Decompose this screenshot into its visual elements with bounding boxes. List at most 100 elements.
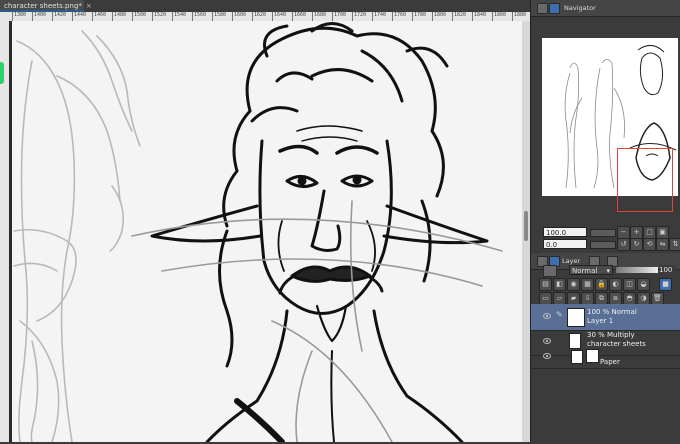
blend-mode-select[interactable]: Normal ▾ — [569, 265, 613, 275]
ruler-label: 1880 — [514, 12, 527, 18]
ruler-label: 1560 — [194, 12, 207, 18]
ruler-label: 1520 — [154, 12, 167, 18]
ruler-tick: 1520 — [152, 12, 166, 21]
ruler-label: 1820 — [454, 12, 467, 18]
paper-icon — [586, 349, 599, 363]
document-tab-title: character sheets.png* — [4, 2, 82, 10]
tab-navigator[interactable]: Navigator — [564, 0, 596, 16]
layer-color-icon[interactable]: ■ — [659, 278, 672, 291]
rotate-right-icon[interactable]: ↻ — [630, 238, 643, 251]
rotate-slider[interactable] — [590, 241, 616, 249]
ruler-label: 1700 — [334, 12, 347, 18]
ruler-label: 1380 — [14, 12, 27, 18]
ruler-tick: 1820 — [452, 12, 466, 21]
layer-name: Paper — [600, 358, 620, 366]
ruler-label: 1760 — [394, 12, 407, 18]
navigator-icon[interactable] — [549, 3, 560, 14]
ruler-tick: 1400 — [32, 12, 46, 21]
ref-layer-icon[interactable]: ◉ — [567, 278, 580, 291]
layer-blend-label: 100 % Normal — [587, 308, 637, 316]
ruler-tick: 1460 — [92, 12, 106, 21]
ruler-tick: 1600 — [232, 12, 246, 21]
lock-transparent-icon[interactable]: ▦ — [581, 278, 594, 291]
ruler-tick: 1740 — [372, 12, 386, 21]
ruler-tick: 1840 — [472, 12, 486, 21]
close-icon[interactable]: × — [86, 2, 92, 10]
ruler-tick: 1780 — [412, 12, 426, 21]
ruler-label: 1580 — [214, 12, 227, 18]
zoom-field[interactable]: 100.0 — [543, 227, 587, 237]
ruler-tick: 1880 — [512, 12, 526, 21]
ruler-label: 1400 — [34, 12, 47, 18]
blend-mode-value: Normal — [572, 267, 598, 275]
flip-horizontal-icon[interactable]: ⇋ — [656, 238, 669, 251]
ruler-tick: 1680 — [312, 12, 326, 21]
layer-row-paper[interactable]: Paper — [531, 344, 680, 369]
layer-thumbnail — [567, 308, 585, 327]
ruler-label: 1860 — [494, 12, 507, 18]
ruler-label: 1780 — [414, 12, 427, 18]
reset-rotate-icon[interactable]: ⟲ — [643, 238, 656, 251]
lock-icon[interactable]: 🔒 — [595, 278, 608, 291]
ruler-label: 1420 — [54, 12, 67, 18]
ruler-tick: 1860 — [492, 12, 506, 21]
pen-icon: ✎ — [556, 310, 563, 319]
ruler-label: 1500 — [134, 12, 147, 18]
ruler-tick: 1480 — [112, 12, 126, 21]
paper-thumbnail — [571, 350, 583, 364]
ruler-tick: 1580 — [212, 12, 226, 21]
rotate-field[interactable]: 0.0 — [543, 239, 587, 249]
layer-row-layer-1[interactable]: ✎ 100 % Normal Layer 1 — [531, 304, 680, 331]
navigator-preview[interactable] — [542, 38, 678, 212]
navigator-tab-bar: Navigator — [531, 0, 680, 17]
ruler-tick: 1620 — [252, 12, 266, 21]
color-indicator — [0, 62, 4, 84]
eye-icon[interactable] — [543, 353, 551, 359]
opacity-slider[interactable] — [616, 267, 658, 273]
clip-icon[interactable]: ◧ — [553, 278, 566, 291]
ruler-tick: 1500 — [132, 12, 146, 21]
ruler-label: 1600 — [234, 12, 247, 18]
ruler-tick: 1660 — [292, 12, 306, 21]
ruler-label: 1740 — [374, 12, 387, 18]
zoom-slider[interactable] — [590, 229, 616, 237]
ruler-label: 1680 — [314, 12, 327, 18]
blend-icon[interactable] — [543, 265, 557, 277]
ruler-tick: 1760 — [392, 12, 406, 21]
ruler-tick: 1720 — [352, 12, 366, 21]
eye-icon[interactable] — [543, 313, 551, 319]
artwork-sketch — [13, 22, 503, 444]
panel-menu-icon[interactable] — [537, 3, 548, 14]
ruler-label: 1460 — [94, 12, 107, 18]
ruler-tick: 1540 — [172, 12, 186, 21]
ruler-label: 1800 — [434, 12, 447, 18]
layer-name: Layer 1 — [587, 317, 614, 325]
ruler-tick: 1420 — [52, 12, 66, 21]
ruler-icon[interactable]: ◫ — [623, 278, 636, 291]
chevron-down-icon: ▾ — [606, 267, 610, 275]
vertical-scrollbar[interactable] — [522, 21, 530, 442]
navigator-viewport-frame[interactable] — [617, 148, 673, 212]
ruler-label: 1620 — [254, 12, 267, 18]
ruler-tick: 1800 — [432, 12, 446, 21]
ruler-tick: 1440 — [72, 12, 86, 21]
flip-vertical-icon[interactable]: ⇅ — [669, 238, 680, 251]
right-panel: Navigator 100.0 − + ▢ ▣ 0.0 ↺ ↻ ⟲ ⇋ ⇅ La… — [530, 0, 680, 442]
color-icon[interactable]: ◒ — [637, 278, 650, 291]
rotate-left-icon[interactable]: ↺ — [617, 238, 630, 251]
layer-lock-icon[interactable]: ▤ — [539, 278, 552, 291]
ruler-label: 1640 — [274, 12, 287, 18]
mask-icon[interactable]: ◐ — [609, 278, 622, 291]
ruler-label: 1480 — [114, 12, 127, 18]
scrollbar-thumb[interactable] — [524, 211, 528, 241]
layer-blend-label: 30 % Multiply — [587, 331, 635, 339]
ruler-tick: 1700 — [332, 12, 346, 21]
drawing-canvas[interactable] — [12, 21, 524, 444]
ruler-tick: 1640 — [272, 12, 286, 21]
ruler-tick: 1380 — [12, 12, 26, 21]
opacity-value[interactable]: 100 — [659, 265, 675, 275]
ruler-tick: 1560 — [192, 12, 206, 21]
ruler-label: 1660 — [294, 12, 307, 18]
document-tab[interactable]: character sheets.png* × — [0, 0, 92, 12]
ruler-label: 1840 — [474, 12, 487, 18]
